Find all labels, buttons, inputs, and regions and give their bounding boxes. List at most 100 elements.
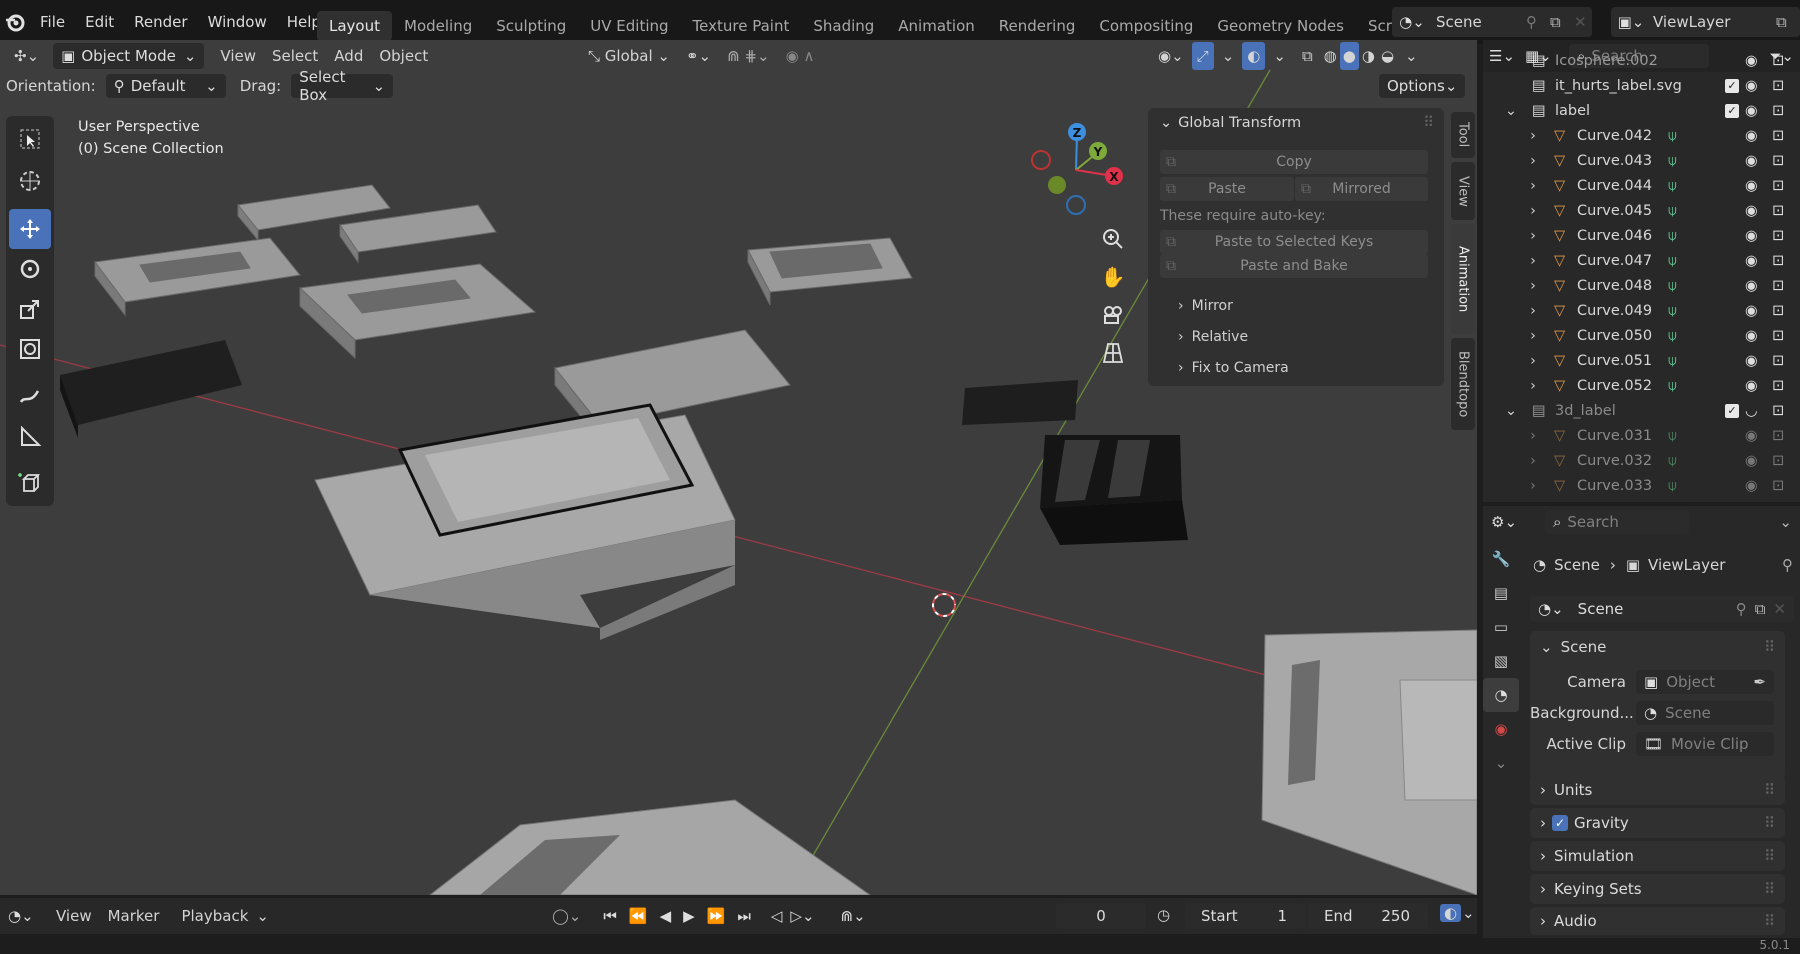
tab-texture-paint[interactable]: Texture Paint — [681, 11, 802, 41]
curve-data-icon[interactable]: ⍦ — [1668, 228, 1677, 244]
timeline-menu-view[interactable]: View — [48, 902, 100, 930]
blender-logo-icon[interactable] — [0, 0, 30, 44]
outliner-row[interactable]: ▤ Icosphere.002 ◉ ⊡ — [1483, 48, 1800, 73]
overlays-icon[interactable]: ◐ — [1242, 42, 1266, 70]
select-tool-icon[interactable] — [9, 119, 51, 159]
paste-and-bake-button[interactable]: ⧉ Paste and Bake — [1160, 254, 1428, 278]
paste-button[interactable]: ⧉ Paste — [1160, 177, 1294, 201]
chevron-right-icon[interactable]: › — [1525, 453, 1541, 469]
curve-data-icon[interactable]: ⍦ — [1668, 128, 1677, 144]
outliner-row[interactable]: › ▽ Curve.044 ⍦ ◉ ⊡ — [1483, 173, 1800, 198]
visibility-eye-icon[interactable]: ◉ — [1745, 53, 1758, 69]
menu-select[interactable]: Select — [264, 42, 326, 70]
close-scene-icon[interactable]: ✕ — [1574, 13, 1592, 31]
timeline-overlay-icon[interactable]: ◐ — [1440, 904, 1462, 922]
properties-search-input[interactable]: ⌕ Search — [1545, 510, 1689, 534]
drag-handle-icon[interactable]: ⠿ — [1764, 847, 1775, 865]
curve-data-icon[interactable]: ⍦ — [1668, 278, 1677, 294]
chevron-right-icon[interactable]: › — [1525, 353, 1541, 369]
new-scene-icon[interactable]: ⧉ — [1550, 13, 1574, 31]
breadcrumb-viewlayer[interactable]: ViewLayer — [1648, 556, 1725, 574]
render-camera-icon[interactable]: ⊡ — [1772, 353, 1784, 369]
editor-type-icon[interactable]: ✣⌄ — [6, 42, 47, 70]
render-camera-icon[interactable]: ⊡ — [1772, 203, 1784, 219]
next-keyframe-icon[interactable]: ▷⌄ — [790, 907, 814, 925]
visibility-eye-icon[interactable]: ◉ — [1745, 253, 1758, 269]
outliner-row[interactable]: › ▽ Curve.031 ⍦ ◉ ⊡ — [1483, 423, 1800, 448]
jump-start-icon[interactable]: ⏮ — [603, 907, 617, 925]
tab-uv-editing[interactable]: UV Editing — [578, 11, 680, 41]
chevron-right-icon[interactable]: › — [1525, 303, 1541, 319]
panel-keying-sets[interactable]: › Keying Sets ⠿ — [1530, 874, 1785, 904]
new-viewlayer-icon[interactable]: ⧉ — [1776, 13, 1800, 31]
outliner-row[interactable]: ⌄ ▤ 3d_label ✓ ◡ ⊡ — [1483, 398, 1800, 423]
curve-data-icon[interactable]: ⍦ — [1668, 478, 1677, 494]
visibility-eye-icon[interactable]: ◉ — [1745, 103, 1758, 119]
visibility-eye-icon[interactable]: ◉ — [1745, 178, 1758, 194]
outliner-row[interactable]: › ▽ Curve.043 ⍦ ◉ ⊡ — [1483, 148, 1800, 173]
gravity-checkbox[interactable]: ✓ — [1552, 815, 1568, 831]
tab-modeling[interactable]: Modeling — [392, 11, 484, 41]
zoom-icon[interactable] — [1096, 220, 1130, 258]
perspective-toggle-icon[interactable] — [1096, 334, 1130, 372]
wireframe-shading-icon[interactable]: ◍ — [1321, 42, 1340, 70]
curve-data-icon[interactable]: ⍦ — [1668, 303, 1677, 319]
xray-icon[interactable]: ⧉ — [1294, 42, 1321, 70]
viewlayer-selector[interactable]: ▣⌄ ViewLayer ⧉ — [1611, 7, 1800, 37]
outliner-row[interactable]: › ▽ Curve.047 ⍦ ◉ ⊡ — [1483, 248, 1800, 273]
camera-field[interactable]: ▣ Object ✒ — [1636, 670, 1774, 694]
curve-data-icon[interactable]: ⍦ — [1668, 378, 1677, 394]
outliner-row[interactable]: › ▽ Curve.032 ⍦ ◉ ⊡ — [1483, 448, 1800, 473]
timeline-menu-playback[interactable]: Playback — [173, 902, 256, 930]
orientation-dropdown[interactable]: ⚲ Default ⌄ — [105, 74, 226, 98]
outliner-row[interactable]: › ▽ Curve.051 ⍦ ◉ ⊡ — [1483, 348, 1800, 373]
visibility-eye-icon[interactable]: ◉ — [1745, 378, 1758, 394]
tool-tab-icon[interactable]: 🔧 — [1483, 542, 1519, 576]
annotate-tool-icon[interactable] — [9, 377, 51, 417]
tab-sculpting[interactable]: Sculpting — [484, 11, 578, 41]
render-camera-icon[interactable]: ⊡ — [1772, 103, 1784, 119]
outliner-row[interactable]: ⌄ ▤ label ✓ ◉ ⊡ — [1483, 98, 1800, 123]
properties-options-icon[interactable]: ⌄ — [1779, 513, 1792, 531]
chevron-right-icon[interactable]: › — [1525, 428, 1541, 444]
cursor-tool-icon[interactable] — [9, 161, 51, 201]
sidebar-tab-blendtopo[interactable]: Blendtopo — [1451, 338, 1475, 430]
visibility-eye-icon[interactable]: ◉ — [1745, 478, 1758, 494]
play-icon[interactable]: ▶ — [683, 907, 695, 925]
visibility-eye-icon[interactable]: ◡ — [1745, 403, 1758, 419]
chevron-right-icon[interactable]: › — [1525, 328, 1541, 344]
visibility-eye-icon[interactable]: ◉ — [1745, 278, 1758, 294]
render-camera-icon[interactable]: ⊡ — [1772, 278, 1784, 294]
end-frame-field[interactable]: End 250 — [1308, 903, 1428, 929]
drag-handle-icon[interactable]: ⠿ — [1764, 781, 1775, 799]
visibility-eye-icon[interactable]: ◉ — [1745, 153, 1758, 169]
menu-add[interactable]: Add — [326, 42, 371, 70]
curve-data-icon[interactable]: ⍦ — [1668, 353, 1677, 369]
render-camera-icon[interactable]: ⊡ — [1772, 478, 1784, 494]
eyedropper-icon[interactable]: ✒ — [1753, 673, 1766, 691]
subpanel-mirror[interactable]: › Mirror — [1178, 291, 1233, 321]
record-icon[interactable]: ◯⌄ — [552, 907, 581, 925]
scene-panel-header[interactable]: ⌄ Scene ⠿ — [1530, 631, 1785, 663]
jump-end-icon[interactable]: ⏭ — [737, 907, 751, 925]
panel-units[interactable]: › Units ⠿ — [1530, 775, 1785, 805]
timeline-menu-marker[interactable]: Marker — [100, 902, 168, 930]
shading-dropdown-icon[interactable]: ⌄ — [1397, 42, 1426, 70]
outliner-row[interactable]: › ▽ Curve.033 ⍦ ◉ ⊡ — [1483, 473, 1800, 498]
panel-header[interactable]: ⌄ Global Transform ⠿ — [1148, 108, 1444, 138]
chevron-right-icon[interactable]: › — [1525, 153, 1541, 169]
drag-handle-icon[interactable]: ⠿ — [1764, 880, 1775, 898]
render-camera-icon[interactable]: ⊡ — [1772, 453, 1784, 469]
transform-orientation-selector[interactable]: ⤡ Global ⌄ — [580, 42, 678, 70]
more-tabs-icon[interactable]: ⌄ — [1483, 746, 1519, 780]
menu-window[interactable]: Window — [198, 0, 277, 44]
view-layer-tab-icon[interactable]: ▧ — [1483, 644, 1519, 678]
solid-shading-icon[interactable]: ● — [1339, 42, 1359, 70]
sidebar-tab-tool[interactable]: Tool — [1451, 112, 1475, 158]
drag-handle-icon[interactable]: ⠿ — [1764, 912, 1775, 930]
render-camera-icon[interactable]: ⊡ — [1772, 328, 1784, 344]
snap-icon[interactable]: ⋒ ⋕⌄ — [719, 42, 777, 70]
visibility-eye-icon[interactable]: ◉ — [1745, 453, 1758, 469]
chevron-right-icon[interactable]: › — [1525, 278, 1541, 294]
gizmo-toggle-icon[interactable]: ⤢ — [1191, 42, 1214, 70]
